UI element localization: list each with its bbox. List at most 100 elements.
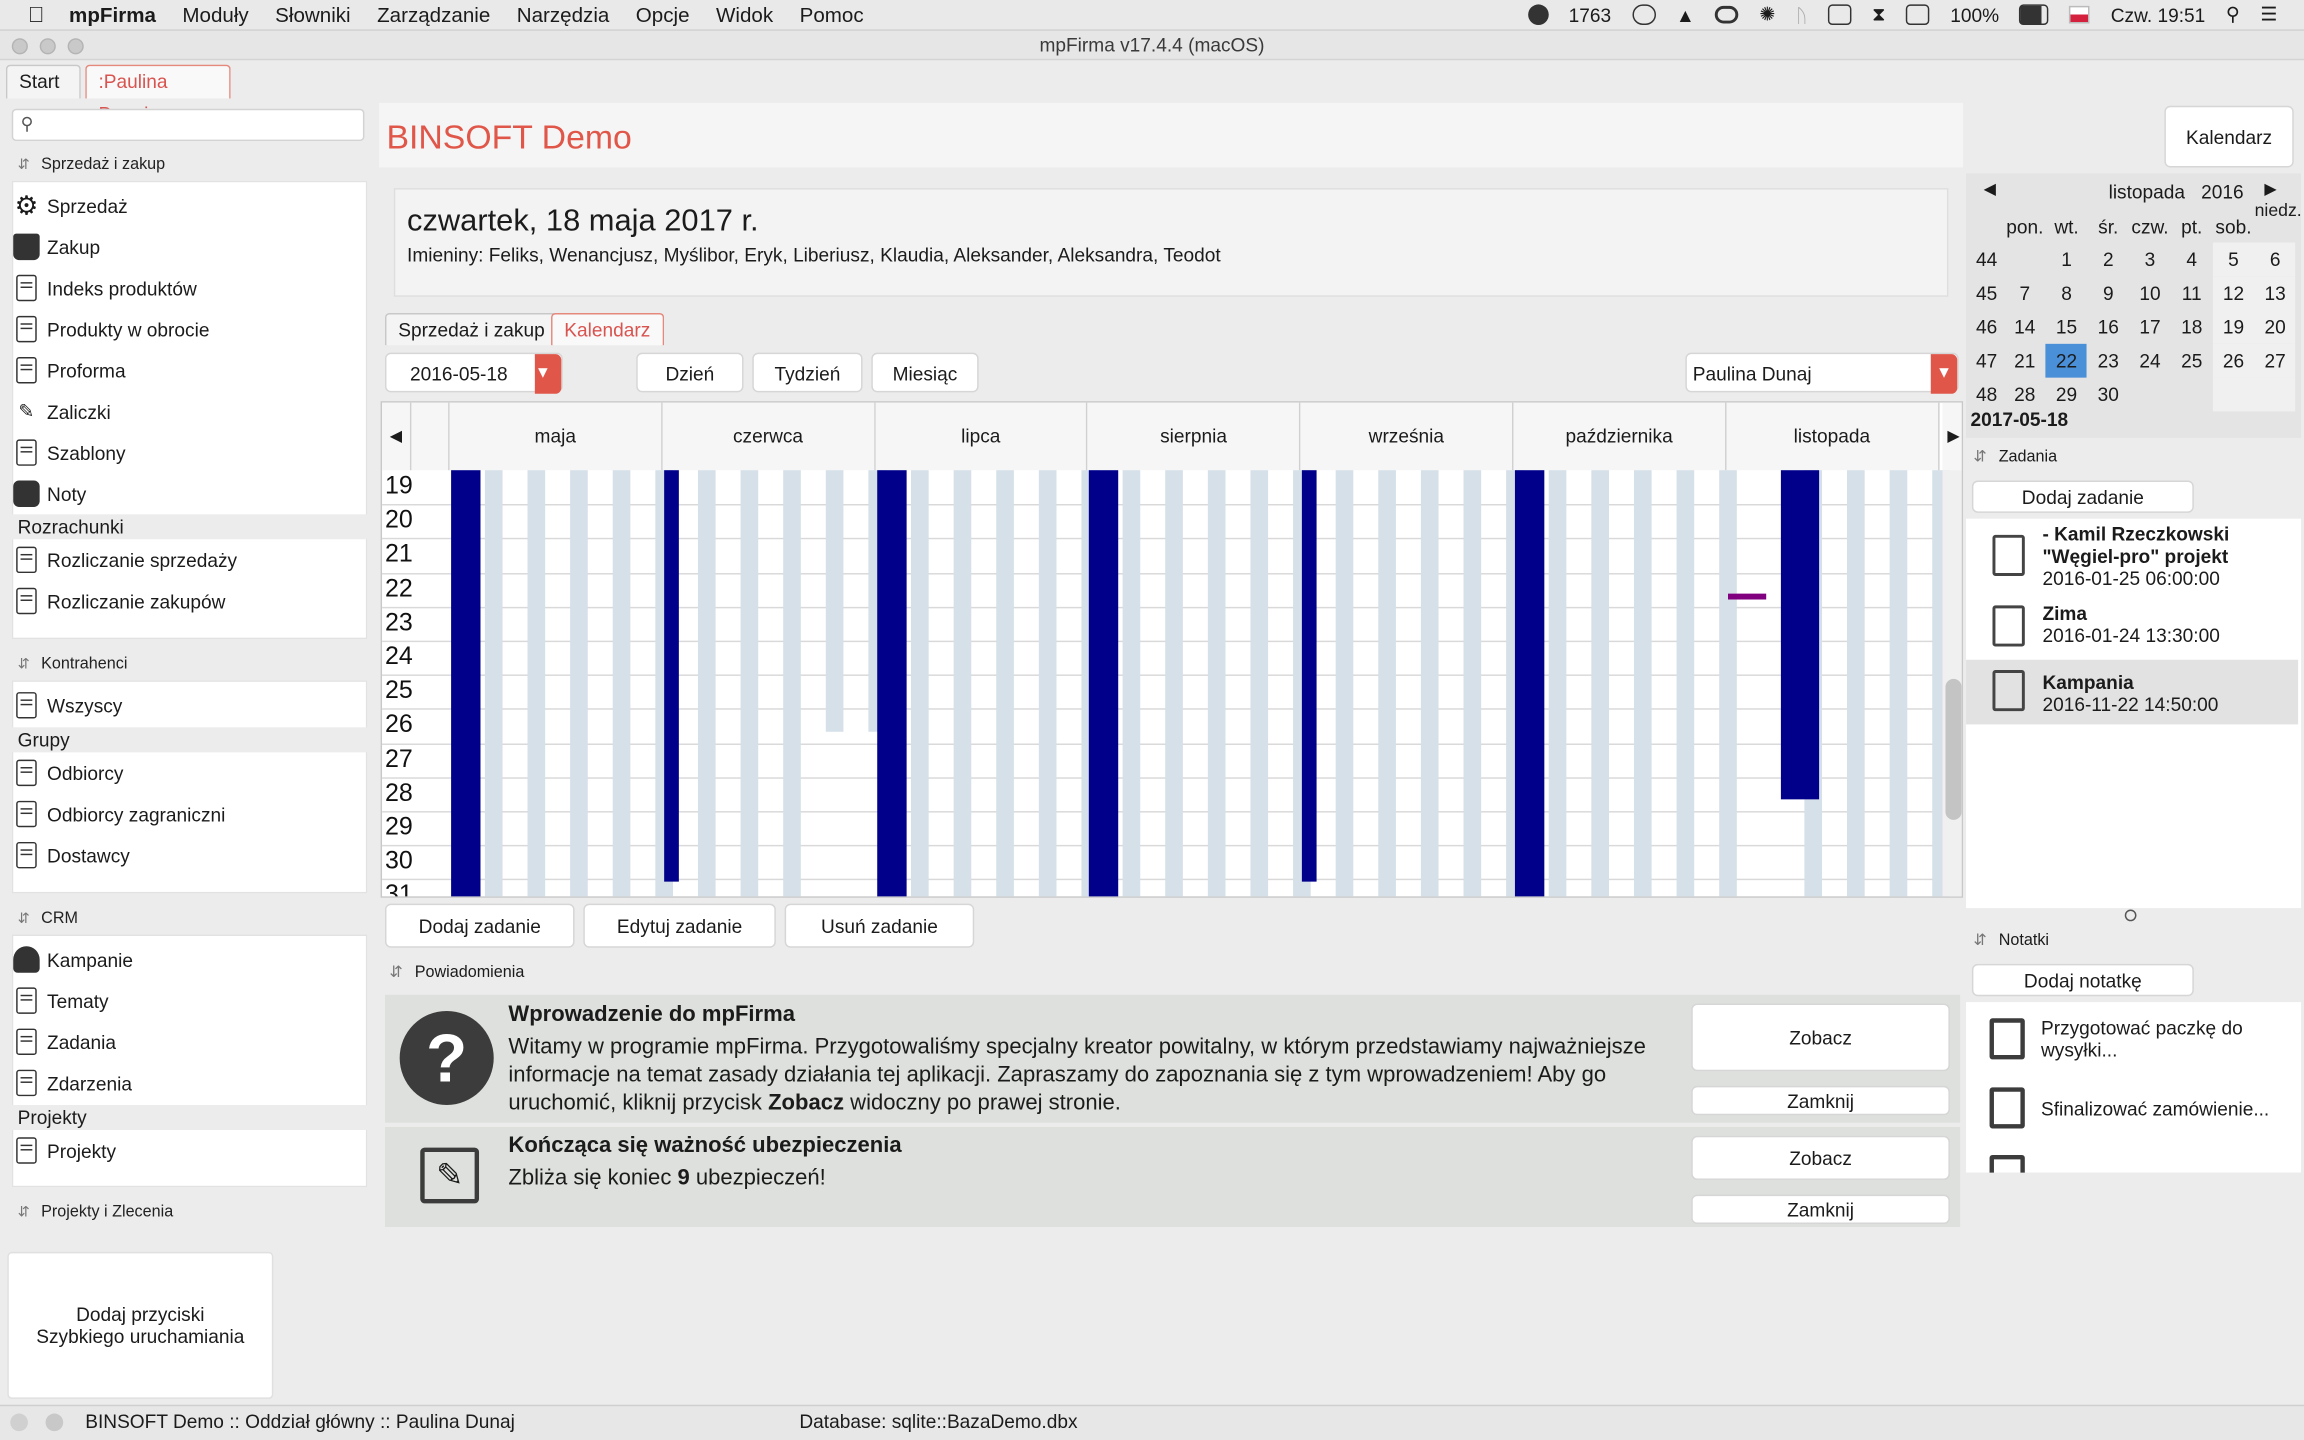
month-header-0[interactable]: maja (449, 402, 663, 471)
calendar-light-stripe[interactable] (1378, 470, 1397, 897)
sidebar-search[interactable]: ⚲ (11, 108, 365, 142)
notification-view-button[interactable]: Zobacz (1691, 1135, 1950, 1180)
calendar-light-stripe[interactable] (910, 470, 929, 897)
calendar-task-bar[interactable] (1780, 470, 1819, 800)
calendar-light-stripe[interactable] (1548, 470, 1567, 897)
section-projects-orders-header[interactable]: ⇵ Projekty i Zlecenia (12, 1196, 368, 1228)
mini-calendar-month[interactable]: listopada (2109, 181, 2185, 203)
keyboard-icon[interactable] (1828, 4, 1852, 25)
sidebar-item-zdarzenia[interactable]: Zdarzenia (12, 1064, 132, 1102)
add-task-side-button[interactable]: Dodaj zadanie (1971, 480, 2194, 513)
calendar-day[interactable]: 19 (2212, 310, 2255, 344)
calendar-light-stripe[interactable] (1676, 470, 1695, 897)
calendar-day[interactable]: 10 (2129, 276, 2170, 310)
sidebar-item-projekty[interactable]: Projekty (12, 1131, 116, 1169)
spotlight-icon[interactable]: ⚲ (2226, 3, 2240, 27)
bluetooth-icon[interactable]: ᚢ (1796, 4, 1807, 26)
calendar-light-stripe[interactable] (1633, 470, 1652, 897)
sidebar-item-sprzedaz[interactable]: ⚙ Sprzedaż (12, 187, 128, 225)
creative-cloud-icon[interactable] (1715, 5, 1739, 24)
apple-icon[interactable]:  (28, 2, 52, 27)
calendar-day[interactable]: 30 (2088, 378, 2129, 412)
subtab-sprzedaz[interactable]: Sprzedaż i zakup (384, 312, 558, 346)
calendar-task-bar[interactable] (1089, 470, 1119, 897)
calendar-light-stripe[interactable] (1335, 470, 1354, 897)
airplay-icon[interactable] (1906, 4, 1930, 25)
month-header-3[interactable]: sierpnia (1087, 402, 1301, 471)
clock[interactable]: Czw. 19:51 (2111, 4, 2206, 26)
calendar-day[interactable]: 24 (2129, 344, 2170, 378)
status-counter-icon[interactable] (1527, 4, 1549, 25)
chevron-down-icon[interactable]: ▼ (1930, 354, 1958, 394)
flag-pl-icon[interactable] (2069, 5, 2091, 24)
sidebar-item-odbiorcy-zagraniczni[interactable]: Odbiorcy zagraniczni (12, 795, 226, 833)
calendar-day[interactable]: 28 (2004, 378, 2045, 412)
notifications-header[interactable]: ⇵ Powiadomienia (389, 962, 524, 982)
edit-task-button[interactable]: Edytuj zadanie (583, 903, 776, 948)
calendar-light-stripe[interactable] (953, 470, 971, 897)
menu-moduly[interactable]: Moduły (182, 3, 248, 27)
bug-icon[interactable]: ✺ (1759, 3, 1775, 27)
calendar-light-stripe[interactable] (1038, 470, 1056, 897)
delete-task-button[interactable]: Usuń zadanie (784, 903, 975, 948)
view-month-button[interactable]: Miesiąc (871, 352, 979, 393)
calendar-day[interactable]: 11 (2171, 276, 2212, 310)
calendar-task-bar[interactable] (1514, 470, 1545, 897)
mini-calendar-year[interactable]: 2016 (2201, 181, 2243, 203)
sidebar-item-kampanie[interactable]: Kampanie (12, 940, 133, 978)
quick-launch-button[interactable]: Dodaj przyciski Szybkiego uruchamiania (7, 1251, 274, 1399)
calendar-light-stripe[interactable] (697, 470, 716, 897)
task-item-selected[interactable]: Kampania 2016-11-22 14:50:00 (1966, 659, 2299, 725)
calendar-day[interactable]: 12 (2212, 276, 2255, 311)
calendar-task-bar[interactable] (663, 470, 679, 882)
calendar-light-stripe[interactable] (995, 470, 1014, 897)
sidebar-item-proforma[interactable]: Proforma (12, 351, 126, 389)
calendar-button[interactable]: Kalendarz (2164, 105, 2294, 168)
calendar-day[interactable]: 9 (2088, 276, 2129, 310)
month-header-2[interactable]: lipca (875, 402, 1088, 471)
calendar-grid[interactable]: ◀ maja czerwca lipca sierpnia września paździ… (380, 401, 1964, 898)
wifi-icon[interactable]: ⧗ (1872, 3, 1885, 27)
calendar-day[interactable]: 2 (2088, 242, 2129, 276)
calendar-light-stripe[interactable] (1463, 470, 1482, 897)
sidebar-item-wszyscy[interactable]: Wszyscy (12, 686, 122, 724)
notification-view-button[interactable]: Zobacz (1691, 1003, 1950, 1072)
menu-app-name[interactable]: mpFirma (69, 3, 156, 27)
calendar-light-stripe[interactable] (1889, 470, 1907, 897)
tasks-header[interactable]: ⇵ Zadania (1973, 447, 2057, 466)
zoom-window-button[interactable] (67, 38, 84, 55)
calendar-task-bar[interactable] (451, 470, 481, 897)
calendar-day[interactable]: 7 (2004, 276, 2045, 310)
next-arrow-icon[interactable]: ▶ (1942, 402, 1962, 471)
calendar-day[interactable]: 3 (2129, 242, 2170, 276)
sidebar-item-dostawcy[interactable]: Dostawcy (12, 836, 130, 874)
person-select[interactable]: Paulina Dunaj ▼ (1685, 352, 1959, 394)
calendar-day[interactable]: 26 (2212, 343, 2255, 378)
sidebar-item-indeks-produktow[interactable]: Indeks produktów (12, 269, 197, 307)
calendar-light-stripe[interactable] (612, 470, 631, 897)
note-item[interactable]: Sfinalizować zamówienie... (1966, 1084, 2301, 1134)
menu-opcje[interactable]: Opcje (636, 3, 690, 27)
task-item[interactable]: Zima 2016-01-24 13:30:00 (1969, 602, 2298, 658)
task-item[interactable]: - Kamil Rzeczkowski "Węgiel-pro" projekt… (1969, 523, 2298, 591)
date-picker[interactable]: 2016-05-18 ▼ (384, 352, 563, 394)
calendar-day[interactable]: 23 (2088, 344, 2129, 378)
calendar-light-stripe[interactable] (1846, 470, 1865, 897)
note-item[interactable]: Przygotować paczkę do wysyłki... (1966, 1014, 2301, 1076)
tab-user[interactable]: :Paulina Dunaj (85, 64, 231, 125)
view-day-button[interactable]: Dzień (636, 352, 744, 393)
calendar-day[interactable]: 17 (2129, 310, 2170, 344)
calendar-light-stripe[interactable] (527, 470, 546, 897)
battery-icon[interactable] (2019, 4, 2050, 25)
calendar-light-stripe[interactable] (825, 470, 844, 732)
notification-center-icon[interactable]: ☰ (2260, 3, 2277, 27)
calendar-light-stripe[interactable] (1719, 470, 1737, 897)
sidebar-item-szablony[interactable]: Szablony (12, 433, 126, 471)
calendar-event-marker[interactable] (1727, 593, 1766, 600)
prev-month-icon[interactable]: ◀ (1984, 179, 1996, 199)
menu-narzedzia[interactable]: Narzędzia (517, 3, 610, 27)
calendar-task-bar[interactable] (876, 470, 907, 897)
month-header-6[interactable]: listopada (1726, 402, 1939, 471)
sidebar-item-produkty-w-obrocie[interactable]: Produkty w obrocie (12, 310, 209, 348)
calendar-light-stripe[interactable] (1208, 470, 1227, 897)
